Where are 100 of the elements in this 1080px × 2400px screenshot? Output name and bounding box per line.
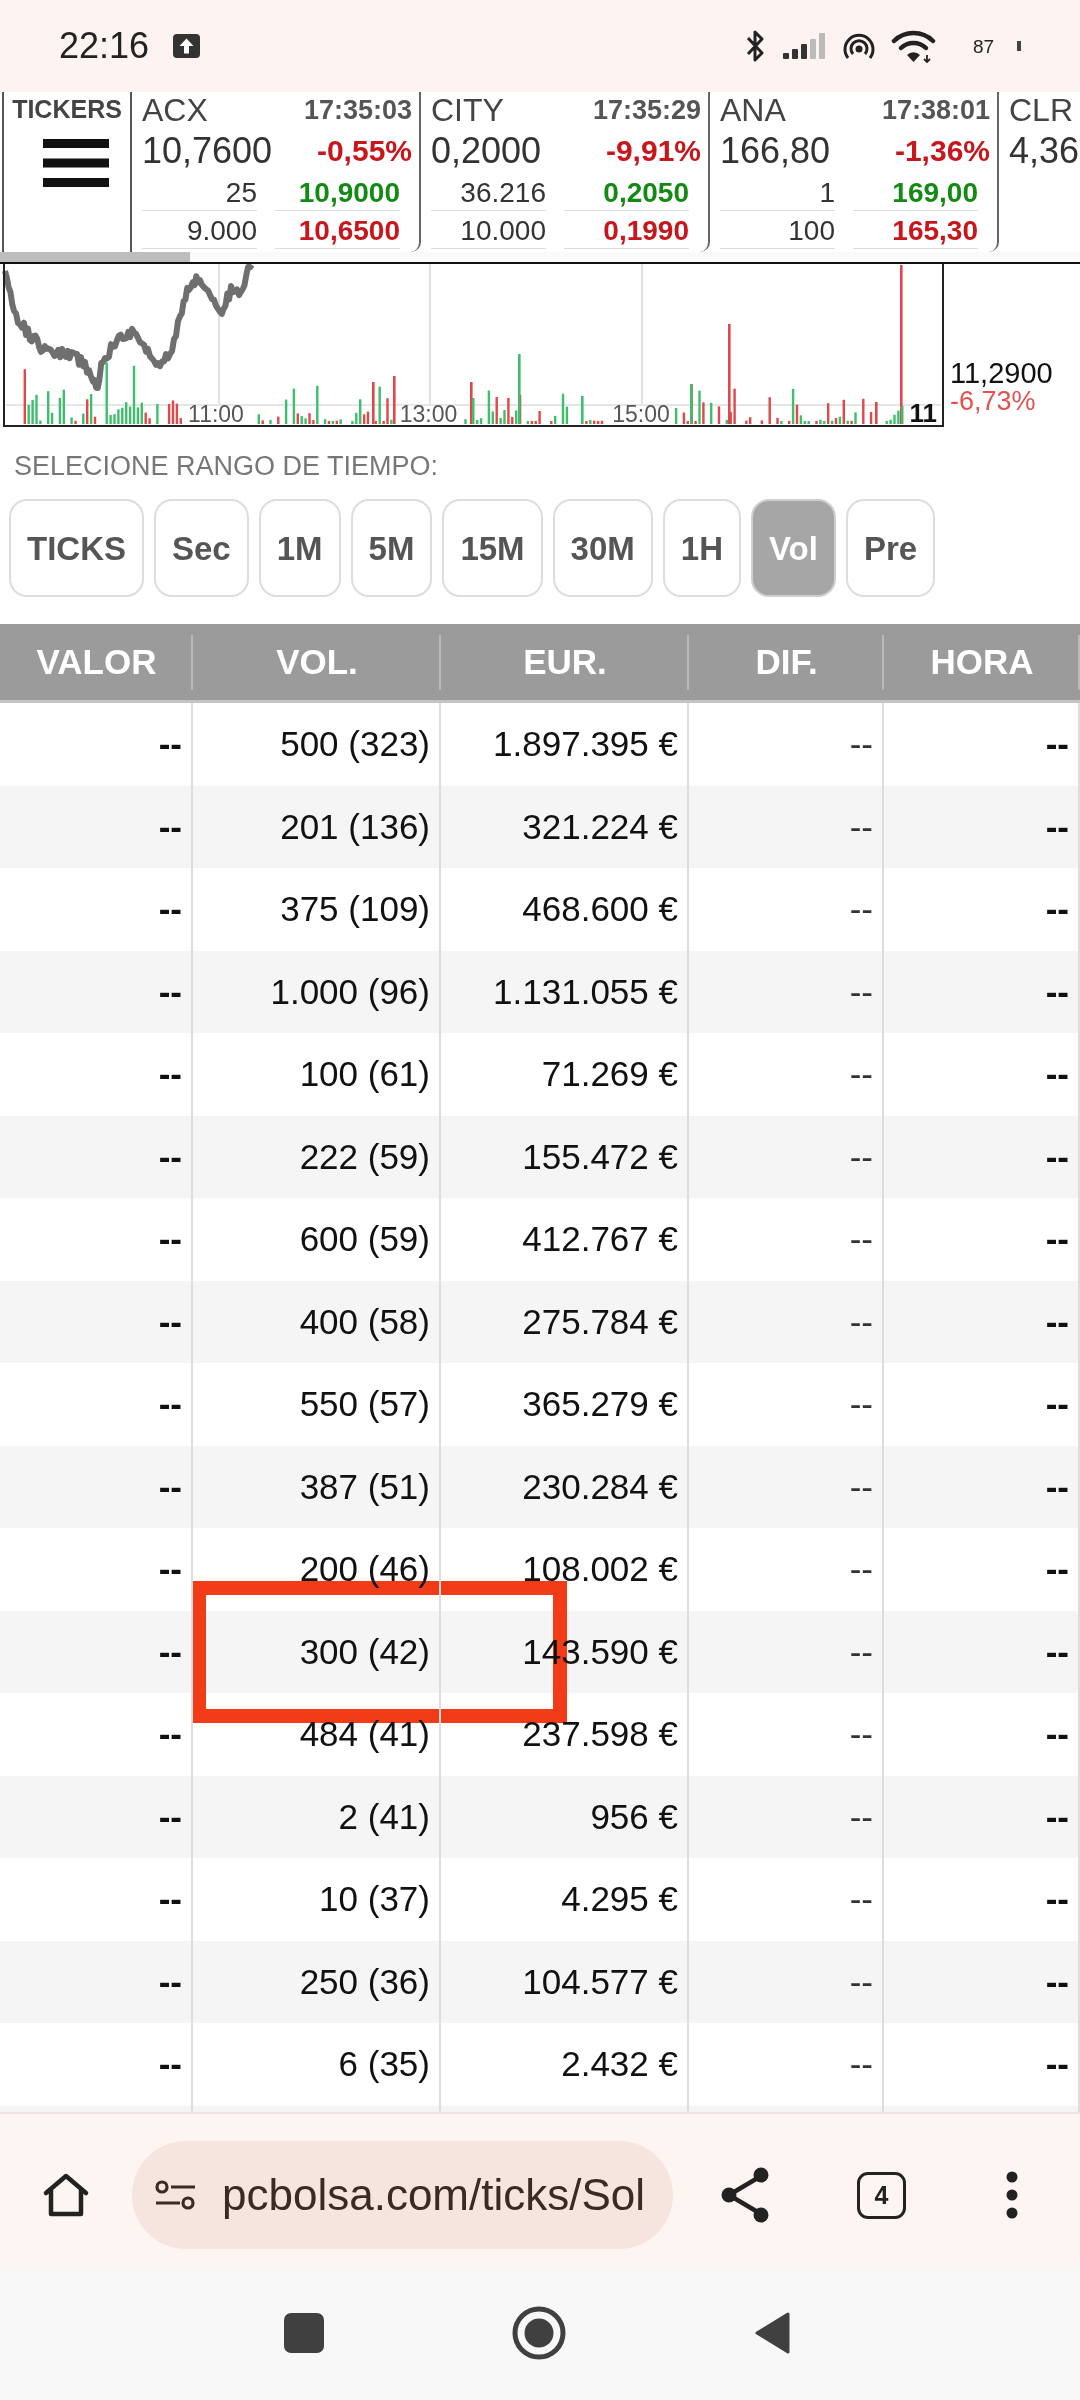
table-cell: -- — [0, 1445, 193, 1528]
scrollbar-thumb[interactable] — [0, 252, 190, 262]
order-price: 0,1990 — [564, 213, 689, 249]
table-cell: -- — [884, 1940, 1080, 2023]
falling-volume-bar — [327, 421, 331, 424]
table-cell: -- — [884, 785, 1080, 868]
back-icon[interactable] — [754, 2311, 791, 2355]
table-cell: -- — [689, 1115, 884, 1198]
rising-volume-bar — [257, 414, 260, 424]
table-cell: -- — [689, 1280, 884, 1363]
table-cell: 1.000 (96) — [193, 950, 441, 1033]
table-cell: 155.472 € — [441, 1115, 689, 1198]
falling-volume-bar — [277, 416, 280, 424]
rising-volume-bar — [339, 419, 342, 424]
table-cell: -- — [689, 785, 884, 868]
rising-volume-bar — [284, 399, 288, 424]
falling-volume-bar — [869, 411, 873, 424]
rising-volume-bar — [156, 404, 159, 424]
rising-volume-bar — [780, 421, 783, 424]
range-button[interactable]: Pre — [845, 499, 936, 597]
address-bar[interactable]: pcbolsa.com/ticks/Sol — [132, 2141, 673, 2249]
falling-volume-bar — [717, 406, 721, 424]
falling-volume-bar — [827, 403, 830, 424]
share-icon[interactable] — [720, 2167, 770, 2223]
last-price: 0,2000 — [431, 133, 542, 169]
rising-volume-bar — [854, 412, 857, 424]
falling-volume-bar — [694, 421, 697, 424]
falling-volume-bar — [495, 397, 498, 424]
rising-volume-bar — [526, 421, 530, 424]
order-quantity: 100 — [720, 213, 835, 249]
time-axis-label: 13:00 — [399, 401, 458, 427]
last-price: 4,36 — [1009, 133, 1080, 169]
range-button[interactable]: 15M — [442, 499, 543, 597]
table-cell: 387 (51) — [193, 1445, 441, 1528]
range-button[interactable]: Sec — [154, 499, 249, 597]
menu-icon[interactable] — [43, 139, 109, 187]
table-cell: -- — [0, 1775, 193, 1858]
table-cell: 956 € — [441, 1775, 689, 1858]
wifi-icon — [891, 29, 936, 63]
table-cell: -- — [0, 1115, 193, 1198]
falling-volume-bar — [862, 398, 865, 424]
last-price: 166,80 — [720, 133, 831, 169]
rising-volume-bar — [292, 388, 296, 424]
quote-time: 17:35:03 — [303, 96, 412, 124]
more-icon[interactable] — [1006, 2171, 1018, 2219]
table-cell: 250 (36) — [193, 1940, 441, 2023]
sliders-icon[interactable] — [155, 2179, 196, 2211]
table-cell: -- — [884, 1775, 1080, 1858]
ticker-symbol[interactable]: CLR — [1009, 94, 1073, 126]
rising-volume-bar — [70, 417, 73, 424]
range-button[interactable]: 1H — [662, 499, 741, 597]
last-price: 10,7600 — [142, 133, 273, 169]
url-text: pcbolsa.com/ticks/Sol — [222, 2173, 646, 2217]
order-quantity: 25 — [142, 175, 257, 211]
quote-time: 17:35:29 — [592, 96, 701, 124]
rising-volume-bar — [554, 415, 557, 424]
order-quantity: 1 — [720, 175, 835, 211]
falling-volume-bar — [795, 404, 799, 424]
axis-end-label: 11 — [909, 398, 937, 427]
order-price: 10,6500 — [275, 213, 400, 249]
order-price: 10,9000 — [275, 175, 400, 211]
table-cell: -- — [0, 785, 193, 868]
rising-volume-bar — [378, 386, 381, 424]
falling-volume-bar — [86, 399, 89, 424]
table-cell: 400 (58) — [193, 1280, 441, 1363]
rising-volume-bar — [464, 419, 467, 424]
ticker-symbol[interactable]: ACX — [142, 94, 208, 126]
range-button[interactable]: 5M — [350, 499, 433, 597]
table-cell: -- — [884, 1280, 1080, 1363]
table-cell: -- — [689, 1775, 884, 1858]
table-cell: 2 (41) — [193, 1775, 441, 1858]
order-quantity: 9.000 — [142, 213, 257, 249]
rising-volume-bar — [589, 420, 592, 424]
range-button[interactable]: TICKS — [9, 499, 144, 597]
rising-volume-bar — [830, 420, 834, 424]
price-label: 11,2900 — [950, 359, 1054, 387]
table-cell: -- — [884, 950, 1080, 1033]
tab-count-button[interactable]: 4 — [857, 2171, 906, 2219]
tickers-label: TICKERS — [12, 94, 122, 124]
range-button[interactable]: 1M — [258, 499, 341, 597]
ticker-symbol[interactable]: CITY — [431, 94, 504, 126]
home-icon[interactable] — [41, 2171, 91, 2219]
range-button[interactable]: 30M — [552, 499, 653, 597]
falling-volume-bar — [760, 420, 764, 424]
table-cell: -- — [0, 1610, 193, 1693]
rising-volume-bar — [698, 390, 701, 424]
falling-volume-bar — [834, 418, 838, 424]
rising-volume-bar — [89, 394, 93, 424]
ring-icon[interactable] — [512, 2306, 566, 2360]
order-price: 0,2050 — [564, 175, 689, 211]
order-quantity: 36.216 — [431, 175, 546, 211]
table-cell: 300 (42) — [193, 1610, 441, 1693]
ticker-symbol[interactable]: ANA — [720, 94, 786, 126]
square-icon[interactable] — [284, 2313, 324, 2353]
falling-volume-bar — [585, 421, 588, 424]
table-cell: -- — [884, 1115, 1080, 1198]
price-change: -9,91% — [605, 136, 701, 166]
rising-volume-bar — [323, 419, 327, 424]
rising-volume-bar — [316, 385, 319, 424]
table-cell: 1.131.055 € — [441, 950, 689, 1033]
